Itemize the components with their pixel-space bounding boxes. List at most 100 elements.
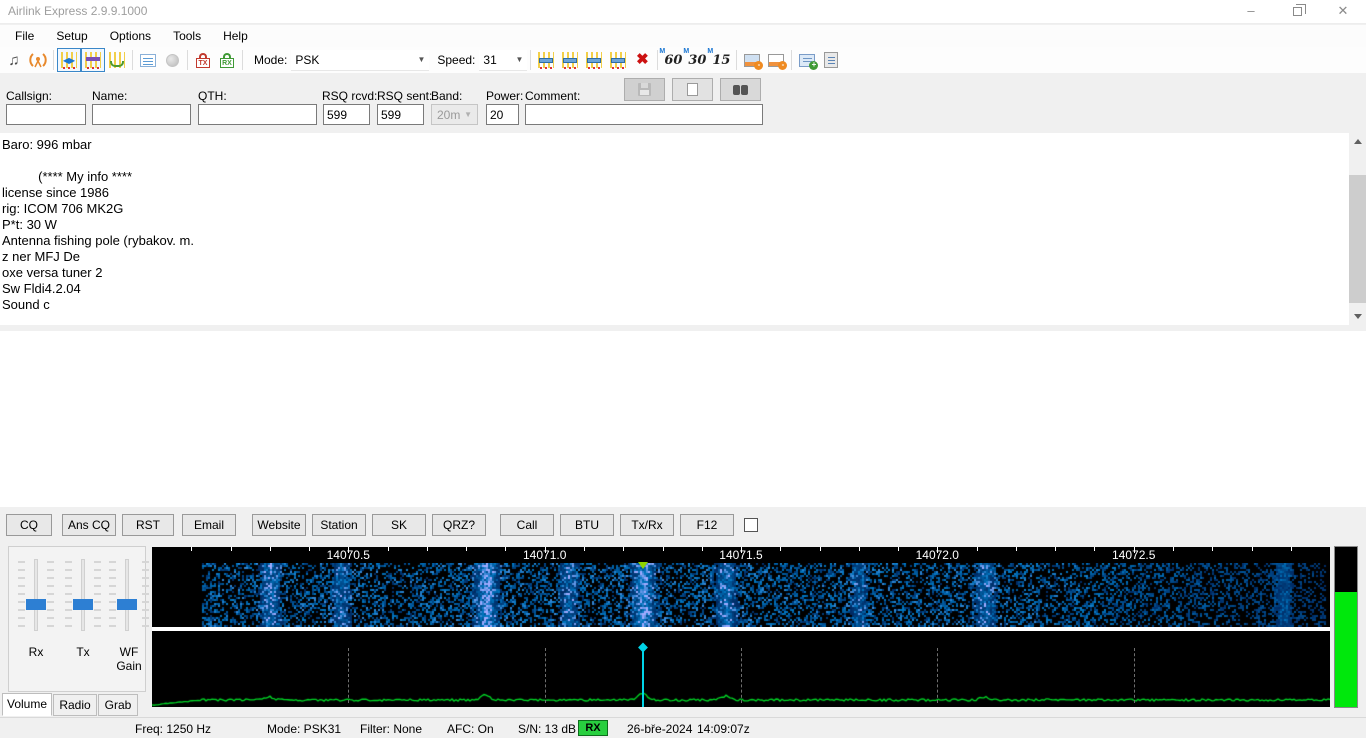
timer-60-icon[interactable]: M 60 <box>659 48 685 72</box>
macro-btu-button[interactable]: BTU <box>560 514 614 536</box>
waterfall-canvas[interactable] <box>152 563 1330 627</box>
slider-handle[interactable] <box>26 599 46 610</box>
slider-ticks <box>109 561 116 631</box>
scroll-up-icon[interactable] <box>1349 133 1366 150</box>
macro-stripes-icon <box>538 52 555 69</box>
timer-15-icon[interactable]: M 15 <box>707 48 733 72</box>
menu-file[interactable]: File <box>4 25 45 47</box>
menu-setup[interactable]: Setup <box>45 25 98 47</box>
status-bar: Freq: 1250 Hz Mode: PSK31 Filter: None A… <box>0 717 1366 738</box>
menu-options[interactable]: Options <box>99 25 162 47</box>
slider-track[interactable] <box>34 559 38 631</box>
rx-text-area[interactable]: Baro: 996 mbar (**** My info **** licens… <box>0 133 1366 325</box>
waterfall-display[interactable]: 14070.5 14071.0 14071.5 14072.0 14072.5 … <box>152 547 1330 707</box>
unsqueeze-icon[interactable] <box>105 48 129 72</box>
macro-sk-button[interactable]: SK <box>372 514 426 536</box>
status-filter: Filter: None <box>360 722 423 736</box>
qth-field[interactable] <box>198 104 317 125</box>
scale-tick <box>1015 547 1017 551</box>
power-field[interactable] <box>486 104 519 125</box>
timer-30-icon[interactable]: M 30 <box>683 48 709 72</box>
callsign-field[interactable] <box>6 104 86 125</box>
signal-level-meter <box>1334 546 1358 708</box>
macro-qrz-button[interactable]: QRZ? <box>432 514 486 536</box>
slider-ticks <box>47 561 54 631</box>
rsq-rcvd-field[interactable] <box>323 104 370 125</box>
slider-handle[interactable] <box>73 599 93 610</box>
lookup-button[interactable] <box>720 78 761 101</box>
comment-field[interactable] <box>525 104 763 125</box>
slider-track[interactable] <box>81 559 85 631</box>
rx-volume-slider[interactable]: Rx <box>16 559 56 659</box>
tab-volume[interactable]: Volume <box>2 693 52 716</box>
floppy-icon <box>638 83 651 96</box>
speed-dropdown[interactable]: 31 ▼ <box>479 49 528 71</box>
wf-gain-slider[interactable]: WF Gain <box>107 559 151 673</box>
tx-text-area[interactable] <box>0 331 1366 507</box>
scale-tick <box>662 547 664 551</box>
view-log-icon[interactable] <box>136 48 160 72</box>
toolbar-separator <box>736 50 738 70</box>
name-label: Name: <box>92 89 128 103</box>
macro-row-4-icon[interactable] <box>606 48 630 72</box>
tx-lock-icon[interactable]: TX <box>191 48 215 72</box>
macros-clear-icon[interactable]: ✖ <box>630 48 654 72</box>
macro-row-2-icon[interactable] <box>558 48 582 72</box>
tab-radio[interactable]: Radio <box>53 694 97 716</box>
callsign-label: Callsign: <box>6 89 53 103</box>
band-dropdown[interactable]: 20m ▼ <box>431 104 478 125</box>
music-note-icon[interactable]: ♫ <box>2 48 26 72</box>
menu-tools[interactable]: Tools <box>162 25 212 47</box>
scale-tick <box>780 547 782 551</box>
rsq-sent-label: RSQ sent: <box>377 89 433 103</box>
minimize-button[interactable]: – <box>1228 0 1274 24</box>
rx-scrollbar[interactable] <box>1349 133 1366 325</box>
tab-grab[interactable]: Grab <box>98 694 138 716</box>
record-icon[interactable] <box>160 48 184 72</box>
window-icon: - <box>744 53 764 70</box>
scale-tick <box>348 547 350 553</box>
mode-dropdown[interactable]: PSK ▼ <box>291 49 430 71</box>
save-qso-button[interactable] <box>624 78 665 101</box>
macro-website-button[interactable]: Website <box>252 514 306 536</box>
macro-ans-cq-button[interactable]: Ans CQ <box>62 514 116 536</box>
macro-f12-button[interactable]: F12 <box>680 514 734 536</box>
name-field[interactable] <box>92 104 191 125</box>
macro-checkbox[interactable] <box>744 518 758 532</box>
rx-lock-icon[interactable]: RX <box>215 48 239 72</box>
antenna-waves-icon <box>29 53 47 68</box>
close-button[interactable]: ✕ <box>1320 0 1366 24</box>
slider-handle[interactable] <box>117 599 137 610</box>
rx-text: Baro: 996 mbar (**** My info **** licens… <box>2 137 194 312</box>
transmit-audio-icon[interactable] <box>26 48 50 72</box>
macro-rst-button[interactable]: RST <box>122 514 174 536</box>
macro-row-1-icon[interactable] <box>534 48 558 72</box>
tx-volume-slider[interactable]: Tx <box>63 559 103 659</box>
macro-email-button[interactable]: Email <box>182 514 236 536</box>
slider-track[interactable] <box>125 559 129 631</box>
logbook-icon[interactable] <box>819 48 843 72</box>
new-qso-button[interactable] <box>672 78 713 101</box>
menu-help[interactable]: Help <box>212 25 259 47</box>
macro-cq-button[interactable]: CQ <box>6 514 52 536</box>
squeeze-rx-icon[interactable] <box>81 48 105 72</box>
tx-slider-label: Tx <box>76 645 90 659</box>
power-label: Power: <box>486 89 524 103</box>
tuning-marker-icon[interactable] <box>637 562 648 569</box>
restore-button[interactable] <box>1274 0 1320 24</box>
scale-tick <box>230 547 232 551</box>
squeeze-tx-icon[interactable]: ◀▶ <box>57 48 81 72</box>
spectrum-display[interactable]: 14070.5 14071.0 14071.5 14072.0 14072.5 <box>152 631 1330 707</box>
macro-station-button[interactable]: Station <box>312 514 366 536</box>
macro-txrx-button[interactable]: Tx/Rx <box>620 514 674 536</box>
hide-rx-window-icon[interactable]: - <box>764 48 788 72</box>
rsq-sent-field[interactable] <box>377 104 424 125</box>
mode-value: PSK <box>295 52 320 67</box>
window-icon: - <box>768 53 788 70</box>
scroll-down-icon[interactable] <box>1349 308 1366 325</box>
hide-tx-window-icon[interactable]: - <box>740 48 764 72</box>
add-log-entry-icon[interactable]: + <box>795 48 819 72</box>
scrollbar-thumb[interactable] <box>1349 175 1366 303</box>
macro-row-3-icon[interactable] <box>582 48 606 72</box>
macro-call-button[interactable]: Call <box>500 514 554 536</box>
